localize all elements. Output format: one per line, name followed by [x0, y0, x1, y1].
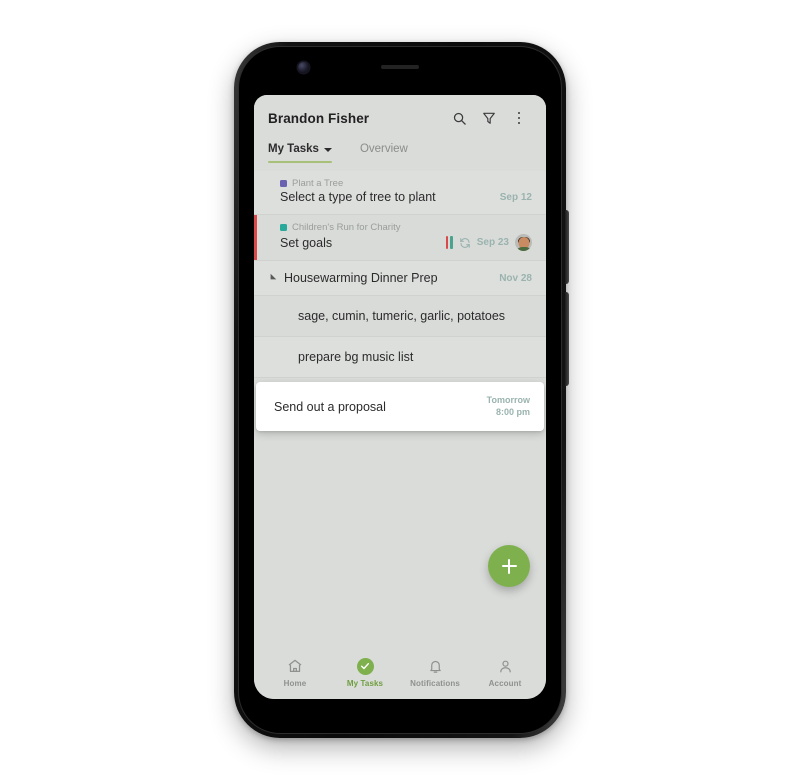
phone-screen: Brandon Fisher My Tasks Overview Plant a…: [254, 95, 546, 699]
project-color-chip: [280, 224, 287, 231]
nav-item-home-label: Home: [283, 678, 307, 688]
task-group-header[interactable]: Housewarming Dinner Prep Nov 28: [254, 261, 546, 296]
nav-item-account[interactable]: Account: [470, 657, 540, 688]
task-row[interactable]: Children's Run for Charity Set goals Sep…: [254, 215, 546, 261]
project-line: Plant a Tree: [280, 178, 532, 189]
tab-my-tasks[interactable]: My Tasks: [268, 141, 332, 164]
chevron-down-icon: [323, 147, 332, 152]
project-color-chip: [280, 180, 287, 187]
project-name: Children's Run for Charity: [292, 222, 401, 233]
nav-item-notifications-label: Notifications: [410, 678, 460, 688]
home-icon: [287, 657, 303, 676]
person-icon: [498, 657, 513, 676]
check-circle-icon: [356, 657, 374, 676]
tab-overview-label: Overview: [359, 143, 408, 155]
recurring-icon: [459, 237, 471, 249]
task-title: Set goals: [280, 235, 333, 250]
task-due-day: Tomorrow: [486, 395, 530, 405]
power-button[interactable]: [565, 210, 569, 284]
task-due-date: Sep 23: [476, 237, 509, 248]
bell-icon: [428, 657, 443, 676]
nav-item-account-label: Account: [488, 678, 522, 688]
subtask-progress-bars-icon: [445, 236, 453, 249]
tab-overview[interactable]: Overview: [360, 141, 408, 163]
task-due-date: Sep 12: [499, 191, 532, 203]
task-list[interactable]: Plant a Tree Select a type of tree to pl…: [254, 171, 546, 649]
project-line: Children's Run for Charity: [280, 222, 532, 233]
filter-funnel-icon[interactable]: [476, 105, 502, 131]
tab-bar: My Tasks Overview: [254, 141, 546, 171]
task-group-due-date: Nov 28: [499, 272, 532, 284]
collapse-caret-icon[interactable]: [267, 273, 277, 283]
task-due-date: Tomorrow 8:00 pm: [487, 395, 530, 418]
project-name: Plant a Tree: [292, 178, 344, 189]
nav-item-home[interactable]: Home: [260, 657, 330, 688]
tab-my-tasks-label: My Tasks: [268, 143, 319, 155]
task-title: Send out a proposal: [274, 399, 386, 414]
add-task-button[interactable]: [488, 545, 530, 587]
bottom-navigation-bar: Home My Tasks Notifications Account: [254, 649, 546, 699]
task-title: Select a type of tree to plant: [280, 190, 436, 204]
list-item[interactable]: sage, cumin, tumeric, garlic, potatoes: [254, 296, 546, 337]
list-item[interactable]: prepare bg music list: [254, 337, 546, 378]
nav-item-my-tasks[interactable]: My Tasks: [330, 657, 400, 688]
volume-button[interactable]: [565, 292, 569, 386]
nav-item-my-tasks-label: My Tasks: [346, 678, 384, 688]
highlighted-task-card[interactable]: Send out a proposal Tomorrow 8:00 pm: [256, 382, 544, 432]
priority-stripe: [254, 215, 257, 260]
app-header: Brandon Fisher: [254, 95, 546, 141]
task-main: Select a type of tree to plant Sep 12: [280, 190, 532, 204]
phone-device-frame: Brandon Fisher My Tasks Overview Plant a…: [234, 42, 569, 738]
task-group-title: Housewarming Dinner Prep: [284, 271, 438, 285]
more-vertical-icon[interactable]: [506, 105, 532, 131]
avatar[interactable]: [515, 234, 532, 251]
task-row[interactable]: Plant a Tree Select a type of tree to pl…: [254, 171, 546, 215]
nav-item-notifications[interactable]: Notifications: [400, 657, 470, 688]
search-icon[interactable]: [446, 105, 472, 131]
earpiece-speaker: [381, 65, 419, 69]
task-due-time: 8:00 pm: [495, 406, 530, 417]
task-main: Set goals Sep 23: [280, 234, 532, 251]
front-camera-icon: [298, 62, 309, 73]
page-title: Brandon Fisher: [268, 110, 370, 126]
